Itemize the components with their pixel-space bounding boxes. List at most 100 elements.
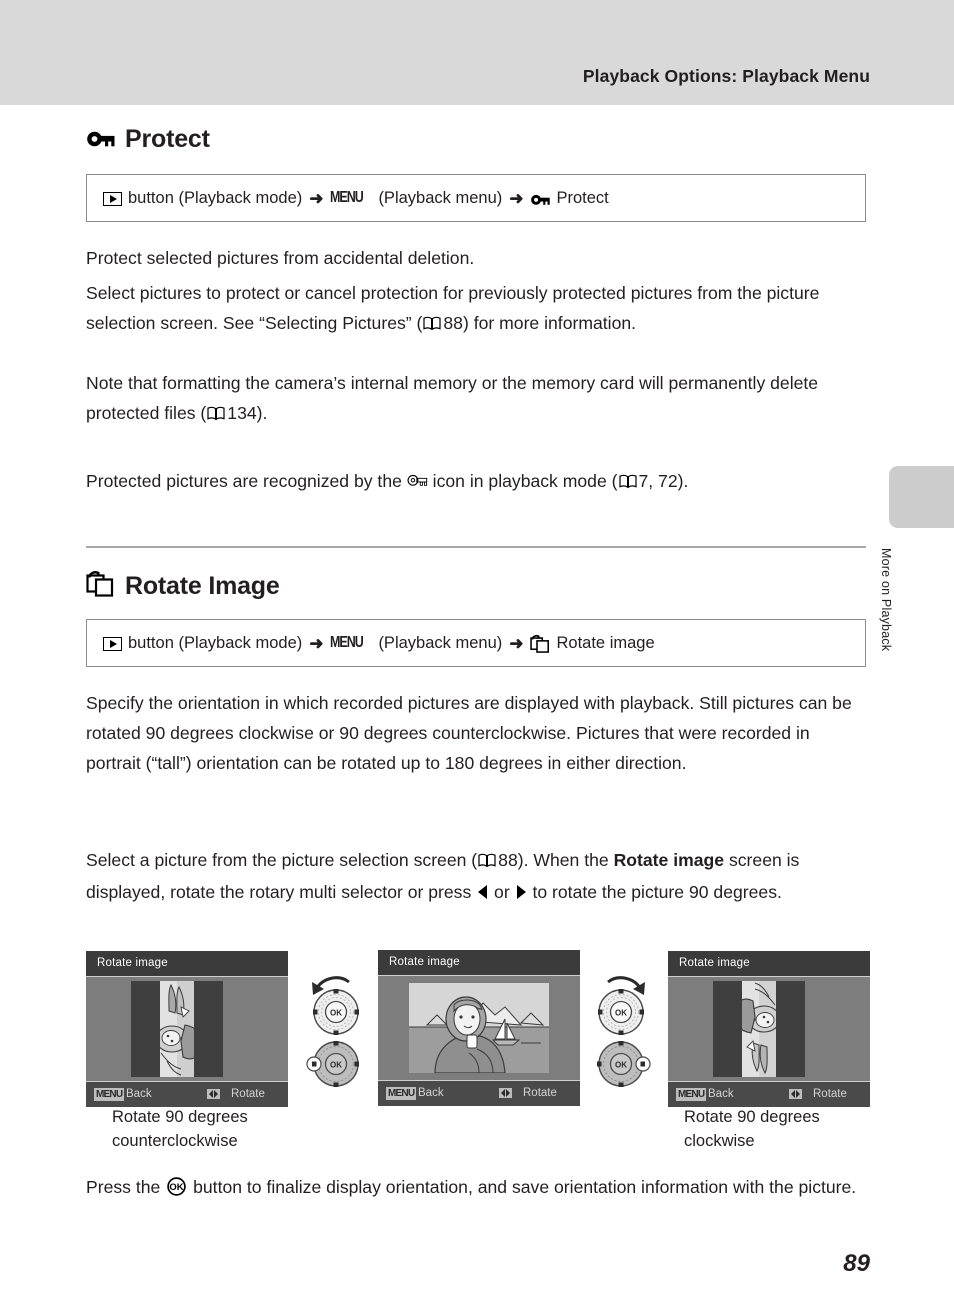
section-tab-label: More on Playback xyxy=(879,548,893,652)
screen-image-area-cw xyxy=(668,976,870,1081)
rotate-image-heading-text: Rotate Image xyxy=(125,572,280,600)
protect-path-seg-1: button (Playback mode) xyxy=(128,188,303,207)
protect-paragraph-2: Select pictures to protect or cancel pro… xyxy=(86,278,866,340)
menu-badge-2: MENU xyxy=(329,634,364,651)
screen-image-area-normal xyxy=(378,975,580,1080)
screen-bottom-bar-cw: MENU Back Rotate xyxy=(668,1081,870,1107)
protect-heading-text: Protect xyxy=(125,125,210,153)
screen-rotate-ccw: Rotate image MENU Back Rotate xyxy=(86,951,288,1107)
rotate-label-cw: Rotate xyxy=(813,1088,847,1100)
key-icon-inline xyxy=(530,193,551,208)
protect-paragraph-3: Note that formatting the camera’s intern… xyxy=(86,368,866,430)
protect-p4-text-a: Protected pictures are recognized by the xyxy=(86,471,407,491)
rotate-p2-text-b: ). When the xyxy=(517,850,614,870)
svg-text:OK: OK xyxy=(170,1182,184,1193)
protect-path-seg-2: (Playback menu) xyxy=(378,188,503,207)
letterbox-right xyxy=(194,981,223,1077)
running-head: Playback Options: Playback Menu xyxy=(582,66,870,86)
protect-path-box: button (Playback mode) ➜ MENU (Playback … xyxy=(86,174,866,222)
menu-badge: MENU xyxy=(329,189,364,206)
caption-ccw: Rotate 90 degrees counterclockwise xyxy=(112,1105,248,1153)
letterbox-left-cw xyxy=(713,981,742,1077)
caption-cw-line2: clockwise xyxy=(684,1132,755,1150)
screen-title-ccw: Rotate image xyxy=(86,951,288,975)
protect-heading: Protect xyxy=(86,125,866,153)
rotate-path-seg-2: (Playback menu) xyxy=(378,633,503,652)
protect-p2-ref: 88 xyxy=(443,313,463,333)
protect-p4-text-b: icon in playback mode ( xyxy=(427,471,618,491)
photo-portrait-ccw xyxy=(131,981,223,1077)
letterbox-left xyxy=(131,981,160,1077)
book-reference-icon-3 xyxy=(618,468,637,498)
book-reference-icon-4 xyxy=(478,847,496,877)
left-right-chip-cw xyxy=(789,1089,802,1099)
rotate-paragraph-1: Specify the orientation in which recorde… xyxy=(86,693,852,773)
menu-chip-cw: MENU xyxy=(676,1088,707,1101)
rotate-image-heading: Rotate Image xyxy=(86,570,866,600)
section-tab-block xyxy=(889,466,954,528)
protect-p3-ref: 134 xyxy=(227,403,257,423)
caption-cw: Rotate 90 degrees clockwise xyxy=(684,1105,820,1153)
rotate-p3-text-a: Press the xyxy=(86,1177,166,1197)
menu-chip-ccw: MENU xyxy=(94,1088,125,1101)
right-arrow-icon xyxy=(516,885,526,899)
screen-image-area-ccw xyxy=(86,976,288,1081)
rotate-label-ccw: Rotate xyxy=(231,1088,265,1100)
book-reference-icon xyxy=(423,310,441,340)
dial-group-cw: OK OK xyxy=(588,968,654,1088)
dial-group-ccw: OK OK xyxy=(303,968,369,1088)
rotate-p2-or: or xyxy=(489,882,515,902)
play-button-icon xyxy=(103,192,122,206)
arrow-right-icon: ➜ xyxy=(309,188,324,208)
back-label-ccw: Back xyxy=(126,1088,152,1100)
menu-chip-normal: MENU xyxy=(386,1087,417,1100)
protect-path-seg-3: Protect xyxy=(556,188,609,207)
protect-paragraph-1: Protect selected pictures from accidenta… xyxy=(86,248,475,268)
svg-text:OK: OK xyxy=(330,1009,342,1018)
protected-status-icon xyxy=(407,473,428,489)
photo-landscape xyxy=(409,983,549,1073)
rotate-p2-text-d: to rotate the picture 90 degrees. xyxy=(527,882,782,902)
page-number: 89 xyxy=(843,1250,870,1277)
page-header-band xyxy=(0,0,954,105)
svg-text:OK: OK xyxy=(615,1061,627,1070)
key-icon xyxy=(86,129,116,151)
screen-rotate-cw: Rotate image MENU Back Rotate xyxy=(668,951,870,1107)
protect-p4-text-c: ). xyxy=(677,471,689,491)
rotate-p2-bold-term: Rotate image xyxy=(613,850,725,870)
play-button-icon-2 xyxy=(103,637,122,651)
rotate-path-seg-1: button (Playback mode) xyxy=(128,633,303,652)
protect-p3-text-a: Note that formatting the camera’s intern… xyxy=(86,373,819,423)
back-label-normal: Back xyxy=(418,1087,444,1099)
section-divider xyxy=(86,546,866,548)
book-reference-icon-2 xyxy=(207,400,225,430)
svg-text:OK: OK xyxy=(615,1009,627,1018)
rotate-path-seg-3: Rotate image xyxy=(556,633,655,652)
left-right-chip-ccw xyxy=(207,1089,220,1099)
arrow-right-icon-4: ➜ xyxy=(509,633,524,653)
rotate-image-icon xyxy=(86,570,116,598)
caption-ccw-line2: counterclockwise xyxy=(112,1132,238,1150)
screen-bottom-bar-normal: MENU Back Rotate xyxy=(378,1080,580,1106)
caption-cw-line1: Rotate 90 degrees xyxy=(684,1108,820,1126)
photo-portrait-cw xyxy=(713,981,805,1077)
protect-paragraph-4: Protected pictures are recognized by the… xyxy=(86,466,866,498)
rotate-p3-text-b: button to finalize display orientation, … xyxy=(188,1177,857,1197)
screen-rotate-normal: Rotate image MENU Back Rotate xyxy=(378,950,580,1106)
rotate-p2-text-a: Select a picture from the picture select… xyxy=(86,850,478,870)
left-right-chip-normal xyxy=(499,1088,512,1098)
rotate-paragraph-2: Select a picture from the picture select… xyxy=(86,845,866,907)
left-arrow-icon xyxy=(478,885,488,899)
svg-text:OK: OK xyxy=(330,1061,342,1070)
rotate-p2-ref: 88 xyxy=(498,850,518,870)
arrow-right-icon-3: ➜ xyxy=(309,633,324,653)
ok-button-icon: OK xyxy=(167,1175,186,1205)
rotate-label-normal: Rotate xyxy=(523,1087,557,1099)
protect-p3-text-b: ). xyxy=(256,403,268,423)
rotate-image-path-box: button (Playback mode) ➜ MENU (Playback … xyxy=(86,619,866,667)
screen-title-normal: Rotate image xyxy=(378,950,580,974)
letterbox-right-cw xyxy=(776,981,805,1077)
photo-artwork-normal xyxy=(409,983,549,1073)
protect-p4-ref: 7, 72 xyxy=(638,471,678,491)
arrow-right-icon-2: ➜ xyxy=(509,188,524,208)
